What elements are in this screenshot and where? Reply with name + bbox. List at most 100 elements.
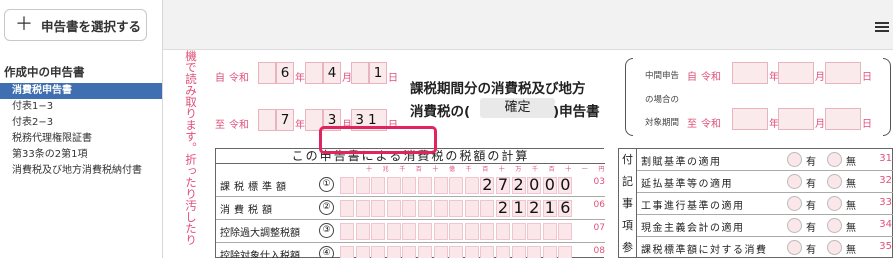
no-radio[interactable] xyxy=(827,218,842,233)
sidebar-item-schedule-2-3[interactable]: 付表2−3 xyxy=(0,115,162,131)
notes-row: 割賦基準の適用 有 無 31 xyxy=(637,149,893,171)
digit-cell[interactable] xyxy=(418,200,432,217)
yes-radio[interactable] xyxy=(787,196,802,211)
from-year-box-1 xyxy=(258,62,276,84)
no-radio[interactable] xyxy=(827,240,842,255)
interim-to-day[interactable] xyxy=(825,108,861,130)
tax-calculation-table: この申告書による消費税の税額の計算 十兆千百十億千百十万千百十一円 課税標準額 ①… xyxy=(215,148,605,258)
tax-row-code: 06 xyxy=(593,200,605,210)
digit-cell[interactable] xyxy=(340,246,354,258)
to-year-box-1 xyxy=(258,109,276,131)
digit-cell[interactable] xyxy=(386,177,401,194)
unit-label: 兆 xyxy=(382,166,389,173)
digit-cell[interactable] xyxy=(527,223,542,240)
digit-cell[interactable] xyxy=(418,223,432,240)
digit-cell[interactable] xyxy=(386,200,401,217)
unit-label: 百 xyxy=(415,166,422,173)
digit-cell[interactable] xyxy=(496,223,510,240)
no-radio[interactable] xyxy=(827,196,842,211)
digit-cell[interactable] xyxy=(340,177,354,194)
digit-cell[interactable] xyxy=(449,177,464,194)
notes-row-code: 32 xyxy=(879,175,892,186)
digit-cell[interactable] xyxy=(511,246,526,258)
from-day-box-1 xyxy=(351,62,369,84)
sidebar-item-article-33[interactable]: 第33条の2第1項 xyxy=(0,147,162,163)
highlight-box xyxy=(319,126,437,154)
digit-cell[interactable] xyxy=(340,223,354,240)
return-kind-field[interactable]: 確定 xyxy=(480,98,555,118)
sidebar-item-tax-agent-authority[interactable]: 税務代理権限証書 xyxy=(0,131,162,147)
digit-cell[interactable] xyxy=(558,246,573,258)
interim-from-year[interactable] xyxy=(732,62,768,84)
digit-cell[interactable] xyxy=(418,246,432,258)
digit-cell[interactable] xyxy=(464,177,479,194)
digit-cell[interactable] xyxy=(464,246,479,258)
interim-from-day[interactable] xyxy=(825,62,861,84)
interim-from-month-unit: 月 xyxy=(815,72,825,83)
digit-cell[interactable] xyxy=(355,223,370,240)
digit-cell[interactable] xyxy=(371,177,386,194)
tax-row-number: ④ xyxy=(319,246,334,258)
digit-cell[interactable] xyxy=(402,177,417,194)
interim-to-month-unit: 月 xyxy=(815,119,825,130)
digit-cell[interactable] xyxy=(386,246,401,258)
digit-cell[interactable] xyxy=(433,223,448,240)
no-radio[interactable] xyxy=(827,152,842,167)
digit-cell[interactable] xyxy=(449,223,464,240)
unit-label: 百 xyxy=(548,166,555,173)
digit-cell[interactable] xyxy=(402,200,417,217)
digit-cell[interactable] xyxy=(542,223,557,240)
from-year-unit: 年 xyxy=(295,73,305,84)
digit-cell[interactable] xyxy=(449,246,464,258)
digit-cell[interactable] xyxy=(355,177,370,194)
digit-cell[interactable] xyxy=(340,200,354,217)
interim-period: 対象期間 xyxy=(645,118,680,128)
yes-label: 有 xyxy=(806,245,816,256)
digit-cell[interactable] xyxy=(433,200,448,217)
sidebar-item-consumption-tax-return[interactable]: 消費税申告書 xyxy=(0,83,162,99)
interim-to-year[interactable] xyxy=(732,108,768,130)
notes-row: 現金主義会計の適用 有 無 34 xyxy=(637,215,893,237)
yes-radio[interactable] xyxy=(787,152,802,167)
digit-cell[interactable] xyxy=(464,223,479,240)
sidebar-item-payment-slip[interactable]: 消費税及び地方消費税納付書 xyxy=(0,163,162,179)
interim-era: 令和 xyxy=(701,72,721,83)
unit-label: 千 xyxy=(532,166,539,173)
digit-cell[interactable] xyxy=(355,246,370,258)
digit-cell[interactable] xyxy=(480,200,495,217)
select-form-button[interactable]: ＋ 申告書を選択する xyxy=(4,9,147,41)
interim-from-month[interactable] xyxy=(778,62,814,84)
digit-cell[interactable] xyxy=(511,223,526,240)
digit-cell[interactable] xyxy=(433,177,448,194)
digit-cell[interactable] xyxy=(480,223,495,240)
digit-cell[interactable] xyxy=(418,177,432,194)
yes-radio[interactable] xyxy=(787,218,802,233)
digit-cell[interactable] xyxy=(464,200,479,217)
digit-cell[interactable] xyxy=(386,223,401,240)
digit-cell[interactable] xyxy=(371,223,386,240)
yes-radio[interactable] xyxy=(787,240,802,255)
digit-cell[interactable] xyxy=(371,200,386,217)
yes-label: 有 xyxy=(806,201,816,212)
unit-label: 百 xyxy=(482,166,489,173)
digit-cell[interactable] xyxy=(558,223,573,240)
digit-cell[interactable] xyxy=(371,246,386,258)
no-radio[interactable] xyxy=(827,174,842,189)
interim-to-month[interactable] xyxy=(778,108,814,130)
notes-table: 付記事項参 割賦基準の適用有無 31 延払基準等の適用有無 32 工事進行基準の適用有無… xyxy=(618,148,893,258)
menu-icon[interactable] xyxy=(875,22,889,32)
digit-cell[interactable] xyxy=(402,246,417,258)
digit-cell[interactable] xyxy=(355,200,370,217)
digit-cell[interactable] xyxy=(433,246,448,258)
digit-cell[interactable] xyxy=(449,200,464,217)
digit-cell[interactable] xyxy=(527,246,542,258)
sidebar-item-schedule-1-3[interactable]: 付表1−3 xyxy=(0,99,162,115)
yes-radio[interactable] xyxy=(787,174,802,189)
digit-cell[interactable] xyxy=(402,223,417,240)
digit-cell[interactable] xyxy=(480,246,495,258)
tax-row: 課税標準額 ① 2 7 2 0 0 0 03 xyxy=(216,174,605,197)
digit-cell[interactable] xyxy=(542,246,557,258)
tax-row-code: 03 xyxy=(593,177,605,187)
digit-cell[interactable] xyxy=(496,246,510,258)
digit-value: 6 xyxy=(560,198,571,217)
